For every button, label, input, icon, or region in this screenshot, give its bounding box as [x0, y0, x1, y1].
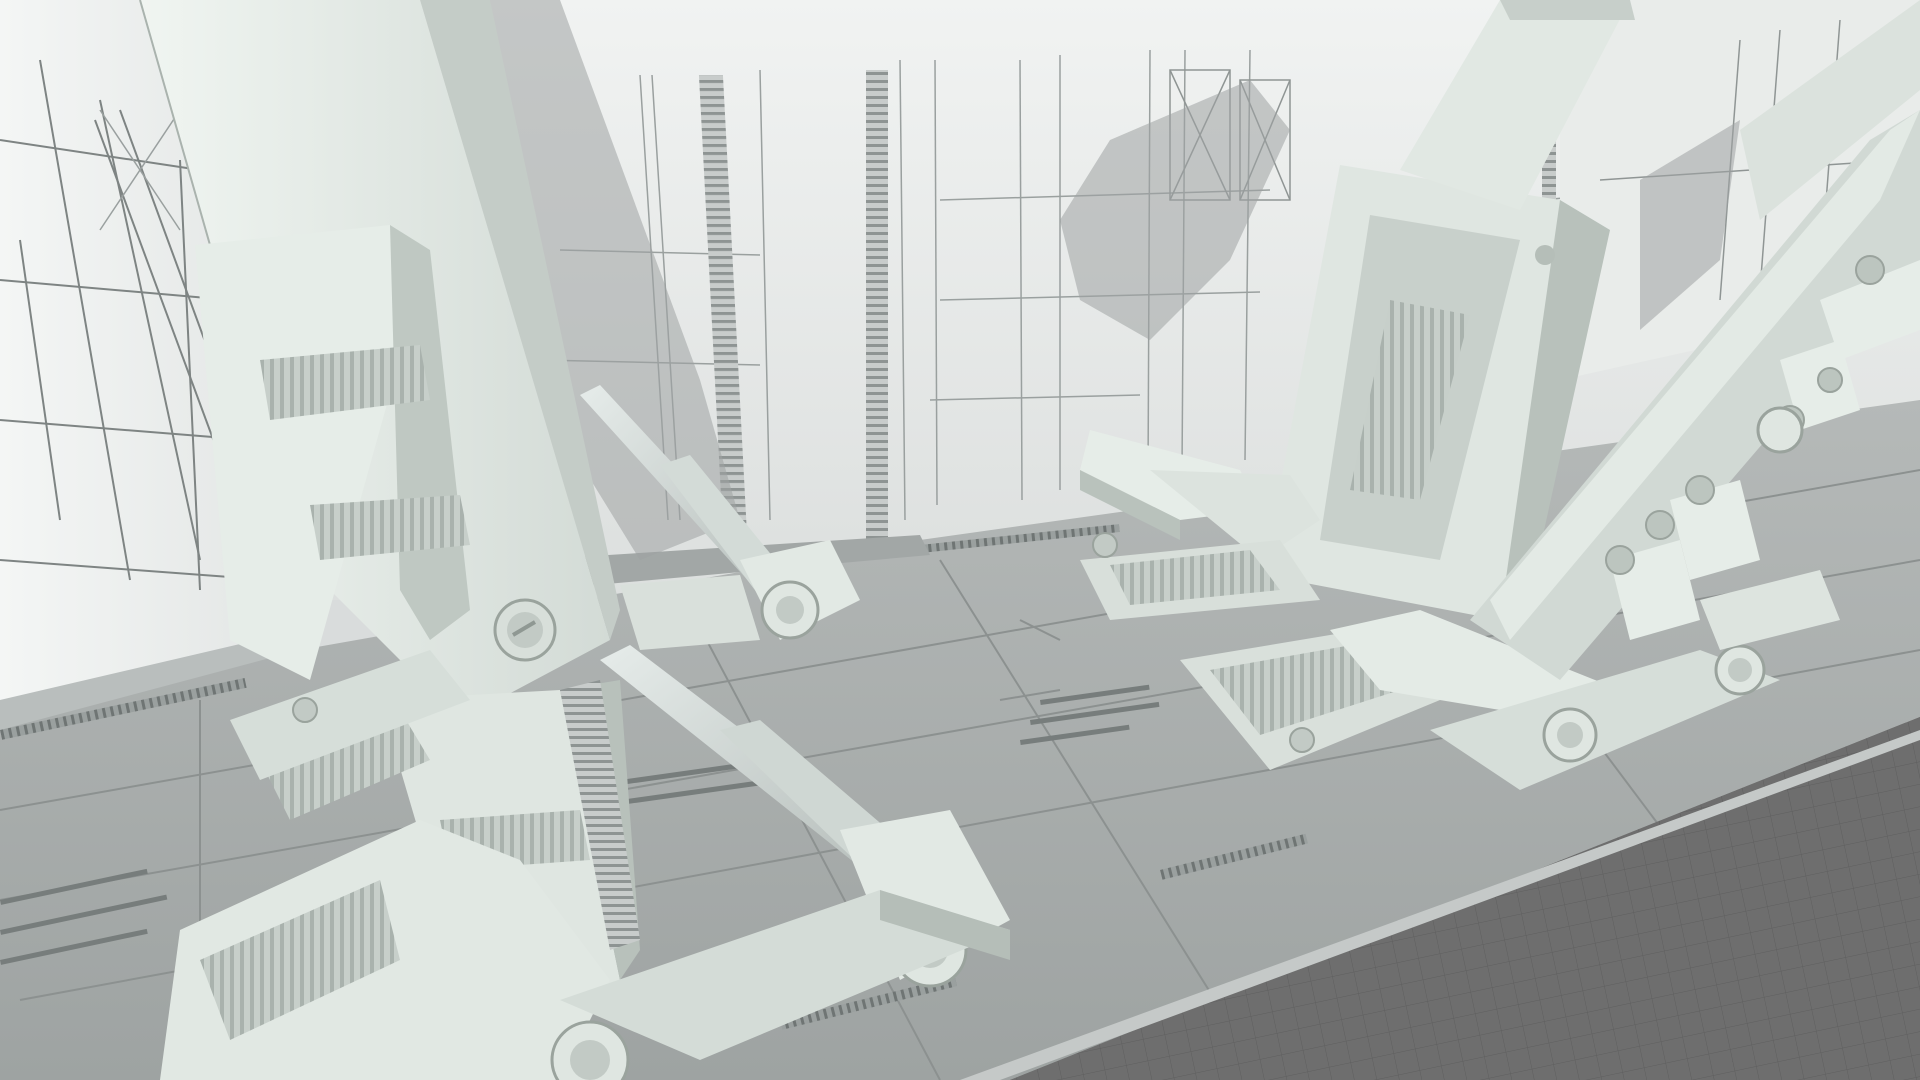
wall-rack-2 — [866, 70, 888, 540]
viewport-canvas[interactable] — [0, 0, 1920, 1080]
3d-viewport[interactable] — [0, 0, 1920, 1080]
